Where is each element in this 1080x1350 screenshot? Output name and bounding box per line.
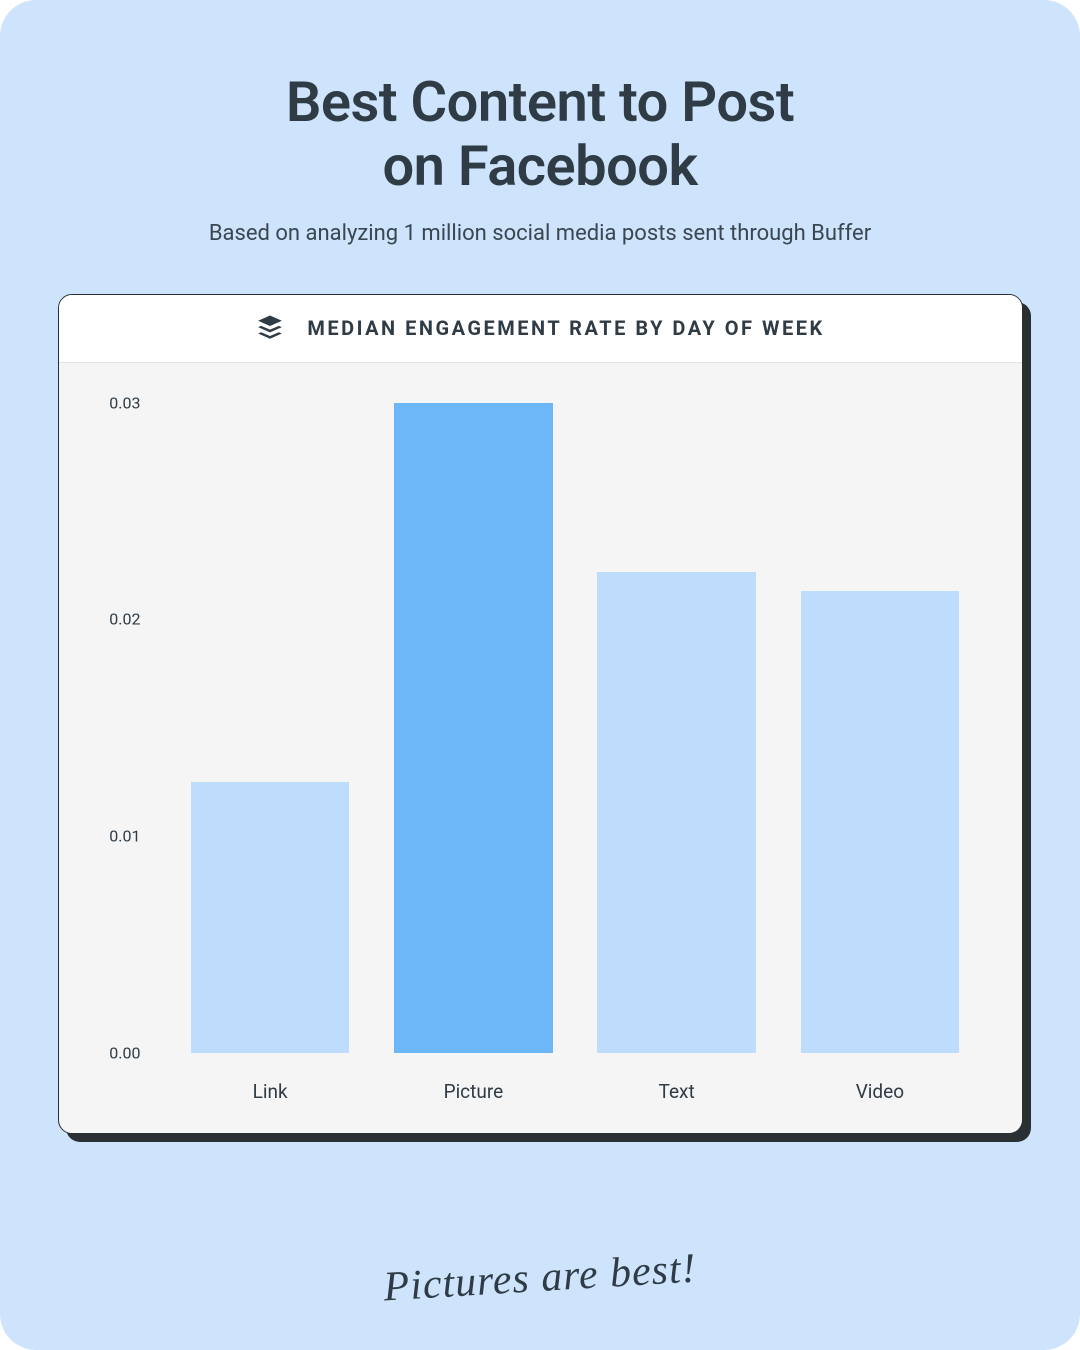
page-subtitle: Based on analyzing 1 million social medi… (55, 221, 1025, 246)
y-tick-label: 0.02 (109, 610, 140, 629)
bar-video (801, 591, 960, 1053)
bars-container (169, 403, 982, 1053)
bar-text (597, 572, 756, 1053)
chart-header: MEDIAN ENGAGEMENT RATE BY DAY OF WEEK (59, 295, 1022, 363)
y-axis-ticks: 0.000.010.020.03 (59, 403, 159, 1053)
y-tick-label: 0.01 (109, 827, 140, 846)
plot-area (169, 403, 982, 1053)
infographic-canvas: Best Content to Post on Facebook Based o… (0, 0, 1080, 1350)
y-tick-label: 0.03 (109, 393, 140, 412)
x-label: Picture (372, 1080, 575, 1103)
bar-wrap (575, 403, 778, 1053)
chart-plot: 0.00 0.01 0.02 0.03 LinkPictureTextVideo (59, 363, 1022, 1133)
chart-title: MEDIAN ENGAGEMENT RATE BY DAY OF WEEK (307, 316, 824, 340)
handwritten-caption: Pictures are best! (0, 1221, 1080, 1335)
x-axis-labels: LinkPictureTextVideo (169, 1080, 982, 1103)
bar-wrap (372, 403, 575, 1053)
x-label: Text (575, 1080, 778, 1103)
buffer-logo-icon (255, 313, 285, 343)
x-label: Link (169, 1080, 372, 1103)
bar-wrap (169, 403, 372, 1053)
bar-link (191, 782, 350, 1053)
bar-picture (394, 403, 553, 1053)
title-line-1: Best Content to Post (286, 69, 794, 135)
y-tick-label: 0.00 (109, 1043, 140, 1062)
page-title: Best Content to Post on Facebook (55, 70, 1025, 199)
title-line-2: on Facebook (382, 133, 697, 199)
bar-wrap (778, 403, 981, 1053)
chart-card: MEDIAN ENGAGEMENT RATE BY DAY OF WEEK 0.… (58, 294, 1023, 1134)
x-label: Video (778, 1080, 981, 1103)
